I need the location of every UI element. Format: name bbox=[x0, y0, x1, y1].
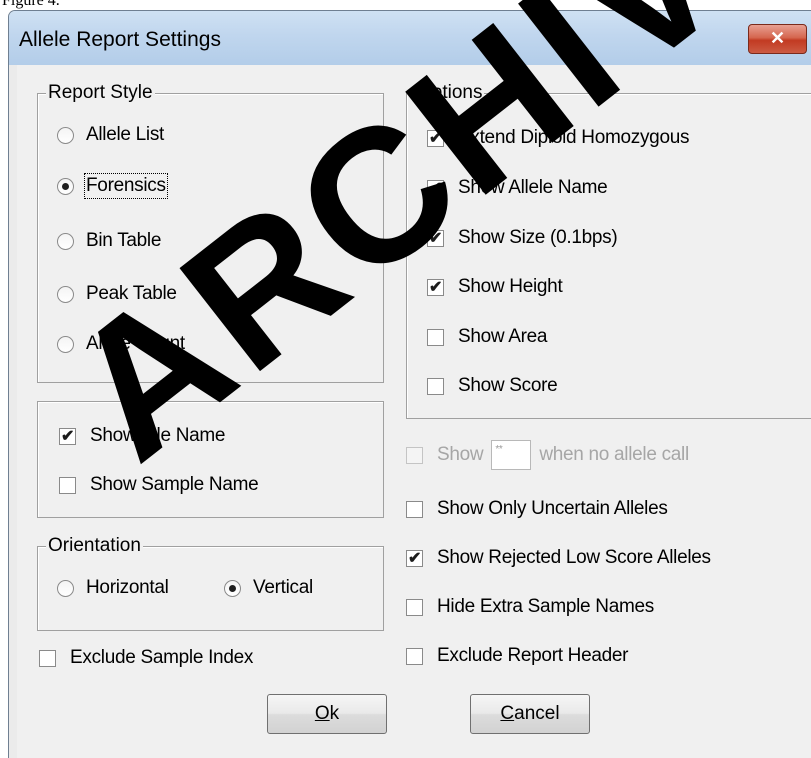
check-exclude-sample-index[interactable]: Exclude Sample Index bbox=[39, 647, 253, 669]
radio-button-icon bbox=[57, 232, 74, 250]
checkbox-unchecked-icon bbox=[59, 476, 76, 494]
check-show-only-uncertain-alleles[interactable]: Show Only Uncertain Alleles bbox=[406, 498, 668, 520]
checkbox-checked-icon: ✔ bbox=[427, 129, 444, 147]
checkbox-unchecked-icon bbox=[406, 598, 423, 616]
cancel-mnemonic: C bbox=[500, 703, 515, 724]
checkbox-label: Show Sample Name bbox=[90, 474, 259, 495]
radio-label: Peak Table bbox=[86, 283, 177, 304]
radio-button-icon bbox=[57, 579, 74, 597]
radio-label: Horizontal bbox=[86, 577, 169, 598]
checkbox-label: Hide Extra Sample Names bbox=[437, 596, 654, 617]
close-icon: ✕ bbox=[769, 28, 786, 48]
orientation-legend: Orientation bbox=[46, 535, 143, 557]
checkbox-checked-icon: ✔ bbox=[427, 278, 444, 296]
checkbox-unchecked-icon bbox=[427, 328, 444, 346]
check-show-file-name[interactable]: ✔ Show File Name bbox=[59, 425, 225, 447]
close-button[interactable]: ✕ bbox=[748, 24, 807, 54]
no-call-suffix: when no allele call bbox=[539, 444, 689, 465]
checkbox-label: Show Score bbox=[458, 375, 558, 396]
radio-label: Vertical bbox=[253, 577, 313, 598]
radio-label: Forensics bbox=[84, 173, 168, 199]
checkbox-label: Show Area bbox=[458, 326, 548, 347]
radio-button-icon bbox=[57, 285, 74, 303]
checkbox-checked-icon: ✔ bbox=[59, 427, 76, 445]
checkbox-checked-icon: ✔ bbox=[406, 549, 423, 567]
radio-button-icon bbox=[57, 335, 74, 353]
title-bar[interactable]: Allele Report Settings ✕ bbox=[9, 11, 811, 65]
radio-vertical[interactable]: Vertical bbox=[224, 577, 313, 599]
cancel-label-rest: ancel bbox=[514, 703, 560, 724]
radio-label: Bin Table bbox=[86, 230, 162, 251]
radio-peak-table[interactable]: Peak Table bbox=[57, 283, 177, 305]
checkbox-label: Show Allele Name bbox=[458, 177, 608, 198]
dialog-client-area: Report Style Allele List Forensics Bin T… bbox=[17, 65, 811, 758]
checkbox-disabled-icon bbox=[406, 446, 423, 464]
checkbox-checked-icon: ✔ bbox=[427, 229, 444, 247]
checkbox-unchecked-icon bbox=[39, 649, 56, 667]
radio-button-selected-icon bbox=[57, 177, 74, 195]
no-call-prefix: Show bbox=[437, 444, 484, 465]
dialog-title: Allele Report Settings bbox=[19, 28, 221, 51]
report-style-legend: Report Style bbox=[46, 82, 155, 104]
ok-mnemonic: O bbox=[314, 703, 330, 724]
check-show-size[interactable]: ✔ Show Size (0.1bps) bbox=[427, 227, 618, 249]
check-hide-extra-sample-names[interactable]: Hide Extra Sample Names bbox=[406, 596, 654, 618]
check-show-rejected-low-score-alleles[interactable]: ✔ Show Rejected Low Score Alleles bbox=[406, 547, 711, 569]
radio-label: Allele List bbox=[86, 124, 165, 145]
check-show-sample-name[interactable]: Show Sample Name bbox=[59, 474, 259, 496]
radio-horizontal[interactable]: Horizontal bbox=[57, 577, 169, 599]
checkbox-label: Exclude Report Header bbox=[437, 645, 629, 666]
name-display-group bbox=[37, 401, 384, 518]
checkbox-label: Show Height bbox=[458, 276, 563, 297]
check-exclude-report-header[interactable]: Exclude Report Header bbox=[406, 645, 629, 667]
checkbox-label: Show Only Uncertain Alleles bbox=[437, 498, 668, 519]
check-show-no-call-placeholder[interactable]: Show ** when no allele call bbox=[406, 440, 689, 470]
ok-label-rest: k bbox=[329, 703, 340, 724]
radio-allele-count[interactable]: Allele Count bbox=[57, 333, 185, 355]
allele-report-settings-dialog: Allele Report Settings ✕ Report Style Al… bbox=[8, 10, 811, 758]
radio-forensics[interactable]: Forensics bbox=[57, 173, 168, 199]
check-show-area[interactable]: Show Area bbox=[427, 326, 548, 348]
radio-bin-table[interactable]: Bin Table bbox=[57, 230, 161, 252]
checkbox-label: Extend Diploid Homozygous bbox=[458, 127, 690, 148]
checkbox-unchecked-icon bbox=[406, 500, 423, 518]
checkbox-unchecked-icon bbox=[406, 647, 423, 665]
checkbox-label: Show File Name bbox=[90, 425, 226, 446]
checkbox-unchecked-icon bbox=[427, 377, 444, 395]
radio-label: Allele Count bbox=[86, 333, 185, 354]
checkbox-label: Show Rejected Low Score Alleles bbox=[437, 547, 711, 568]
radio-allele-list[interactable]: Allele List bbox=[57, 124, 164, 146]
radio-button-icon bbox=[57, 126, 74, 144]
check-show-height[interactable]: ✔ Show Height bbox=[427, 276, 563, 298]
options-legend: Options bbox=[415, 82, 485, 104]
check-show-allele-name[interactable]: ✔ Show Allele Name bbox=[427, 177, 608, 199]
checkbox-label: Exclude Sample Index bbox=[70, 647, 254, 668]
ok-button[interactable]: Ok bbox=[267, 694, 387, 734]
checkbox-label: Show Size (0.1bps) bbox=[458, 227, 618, 248]
checkbox-checked-icon: ✔ bbox=[427, 179, 444, 197]
check-extend-diploid-homozygous[interactable]: ✔ Extend Diploid Homozygous bbox=[427, 127, 689, 149]
radio-button-selected-icon bbox=[224, 579, 241, 597]
no-call-text-field[interactable]: ** bbox=[491, 440, 532, 470]
figure-caption: Figure 4. bbox=[2, 0, 60, 9]
check-show-score[interactable]: Show Score bbox=[427, 375, 558, 397]
cancel-button[interactable]: Cancel bbox=[470, 694, 590, 734]
